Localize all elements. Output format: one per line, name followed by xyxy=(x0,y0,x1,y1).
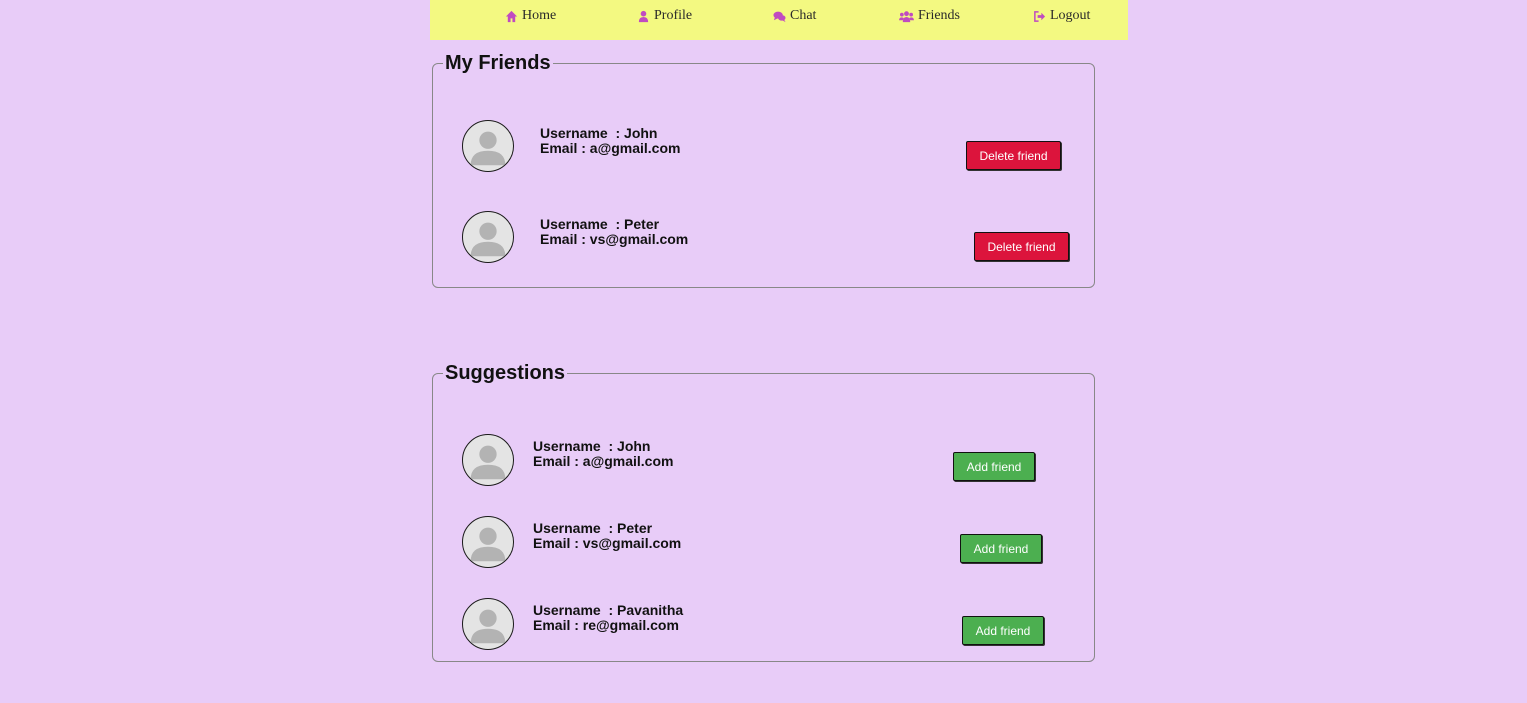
friend-username: Username : Peter xyxy=(540,216,660,232)
suggestion-username: Username : John xyxy=(533,438,651,454)
nav-friends-link[interactable]: Friends xyxy=(899,7,960,25)
suggestion-email: Email : vs@gmail.com xyxy=(533,535,682,551)
suggestions-title: Suggestions xyxy=(445,362,566,384)
avatar-icon xyxy=(470,445,506,480)
home-icon xyxy=(505,10,518,23)
delete-friend-button[interactable]: Delete friend xyxy=(974,232,1069,261)
nav-profile-label: Profile xyxy=(654,8,693,23)
users-icon xyxy=(899,10,914,23)
friend-avatar xyxy=(462,120,514,172)
friend-info: Username : John Email : a@gmail.com xyxy=(540,126,680,156)
suggestion-info: Username : Pavanitha Email : re@gmail.com xyxy=(533,603,683,633)
friend-email: Email : a@gmail.com xyxy=(540,140,681,156)
add-friend-button[interactable]: Add friend xyxy=(962,616,1044,645)
friend-username: Username : John xyxy=(540,125,658,141)
friend-info: Username : Peter Email : vs@gmail.com xyxy=(540,217,688,247)
avatar-icon xyxy=(470,527,506,562)
avatar-icon xyxy=(470,609,506,644)
suggestion-avatar xyxy=(462,516,514,568)
user-icon xyxy=(637,10,650,23)
nav-friends-label: Friends xyxy=(918,8,960,23)
friend-email: Email : vs@gmail.com xyxy=(540,231,689,247)
nav-home-link[interactable]: Home xyxy=(505,7,556,25)
nav-logout-label: Logout xyxy=(1050,8,1091,23)
nav-chat-link[interactable]: Chat xyxy=(773,7,816,25)
suggestion-email: Email : a@gmail.com xyxy=(533,453,674,469)
nav-home-label: Home xyxy=(522,8,557,23)
add-friend-button[interactable]: Add friend xyxy=(953,452,1035,481)
suggestion-email: Email : re@gmail.com xyxy=(533,617,679,633)
nav-logout-link[interactable]: Logout xyxy=(1033,7,1090,25)
comments-icon xyxy=(773,10,786,23)
my-friends-title: My Friends xyxy=(445,52,551,74)
nav-chat-label: Chat xyxy=(790,8,817,23)
suggestion-username: Username : Pavanitha xyxy=(533,602,684,618)
navbar: Home Profile Chat Friends Logout xyxy=(430,0,1128,40)
avatar-icon xyxy=(470,222,506,257)
suggestion-username: Username : Peter xyxy=(533,520,653,536)
delete-friend-button[interactable]: Delete friend xyxy=(966,141,1061,170)
nav-profile-link[interactable]: Profile xyxy=(637,7,692,25)
suggestion-avatar xyxy=(462,434,514,486)
friend-avatar xyxy=(462,211,514,263)
sign-out-icon xyxy=(1033,10,1046,23)
avatar-icon xyxy=(470,131,506,166)
suggestion-avatar xyxy=(462,598,514,650)
suggestion-info: Username : John Email : a@gmail.com xyxy=(533,439,673,469)
add-friend-button[interactable]: Add friend xyxy=(960,534,1042,563)
suggestion-info: Username : Peter Email : vs@gmail.com xyxy=(533,521,681,551)
